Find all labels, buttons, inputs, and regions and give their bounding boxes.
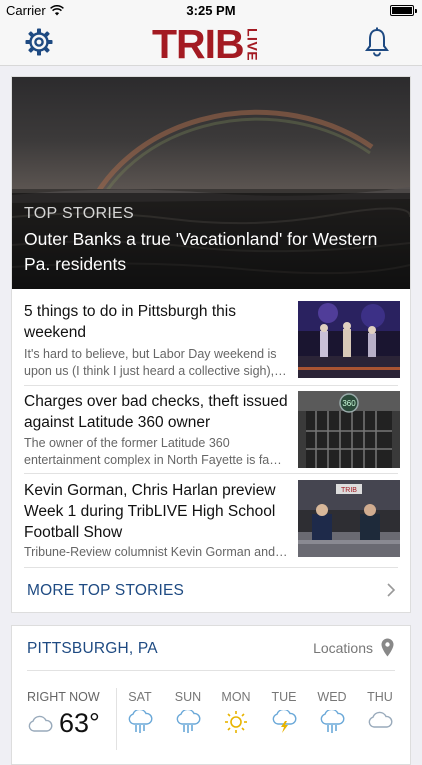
locations-button[interactable]: Locations — [313, 638, 394, 657]
logo-live-text: LIVE — [244, 27, 261, 61]
forecast-day: SAT — [118, 690, 162, 734]
triblive-logo: TRIB LIVE — [152, 21, 261, 67]
story-item[interactable]: Charges over bad checks, theft issued ag… — [24, 391, 410, 469]
rain-icon — [320, 710, 345, 733]
battery-icon — [390, 5, 417, 16]
hero-section-label: TOP STORIES — [24, 205, 135, 222]
forecast-day-name: SUN — [174, 690, 202, 704]
cloud-icon — [368, 711, 393, 728]
weather-city[interactable]: PITTSBURGH, PA — [27, 640, 158, 658]
rain-icon — [176, 710, 201, 733]
chevron-right-icon — [387, 583, 396, 597]
nav-bar: TRIB LIVE — [0, 22, 422, 66]
story-summary: Tribune-Review columnist Kevin Gorman an… — [24, 545, 288, 559]
story-summary: It's hard to believe, but Labor Day week… — [24, 347, 287, 378]
forecast-day-name: THU — [367, 690, 393, 704]
story-divider — [24, 385, 398, 386]
status-bar: Carrier 3:25 PM — [0, 0, 422, 22]
sun-icon — [225, 711, 247, 733]
svg-text:360: 360 — [342, 399, 356, 408]
status-time: 3:25 PM — [186, 3, 236, 18]
more-top-stories-label[interactable]: MORE TOP STORIES — [27, 582, 184, 600]
top-stories-card: TOP STORIES Outer Banks a true 'Vacation… — [11, 76, 411, 613]
cloud-icon — [28, 715, 53, 732]
location-pin-icon — [381, 638, 394, 657]
weather-card: PITTSBURGH, PA Locations RIGHT NOW 63° S… — [11, 625, 411, 765]
right-now-label: RIGHT NOW — [27, 690, 100, 704]
forecast-day: MON — [214, 690, 258, 734]
story-title[interactable]: 5 things to do in Pittsburgh this weeken… — [24, 301, 292, 343]
thunderstorm-icon — [272, 710, 297, 733]
story-thumbnail-building: 360 — [298, 391, 400, 468]
story-summary: The owner of the former Latitude 360 ent… — [24, 436, 282, 467]
forecast-day: TUE — [262, 690, 306, 734]
forecast-day-name: WED — [317, 690, 347, 704]
more-top-stories-link[interactable]: MORE TOP STORIES — [12, 567, 410, 613]
hero-headline[interactable]: Outer Banks a true 'Vacationland' for We… — [24, 227, 384, 277]
story-item[interactable]: 5 things to do in Pittsburgh this weeken… — [24, 301, 410, 381]
rain-icon — [128, 710, 153, 733]
locations-label[interactable]: Locations — [313, 640, 373, 656]
story-title[interactable]: Kevin Gorman, Chris Harlan preview Week … — [24, 480, 292, 543]
forecast-day: SUN — [166, 690, 210, 734]
forecast-day-name: SAT — [128, 690, 152, 704]
story-item[interactable]: Kevin Gorman, Chris Harlan preview Week … — [24, 480, 410, 562]
right-now-temperature: 63° — [59, 708, 100, 738]
notifications-bell-icon[interactable] — [364, 27, 390, 57]
forecast-day-name: MON — [221, 690, 251, 704]
story-thumbnail-concert — [298, 301, 400, 378]
weather-divider — [27, 670, 395, 671]
hero-story[interactable]: TOP STORIES Outer Banks a true 'Vacation… — [12, 77, 410, 289]
story-title[interactable]: Charges over bad checks, theft issued ag… — [24, 391, 292, 433]
story-thumbnail-studio: TRIB — [298, 480, 400, 557]
weather-separator — [116, 688, 117, 750]
story-divider — [24, 473, 398, 474]
svg-text:TRIB: TRIB — [341, 487, 357, 494]
forecast-day: THU — [358, 690, 402, 734]
forecast-day: WED — [310, 690, 354, 734]
forecast-day-name: TUE — [271, 690, 297, 704]
settings-gear-icon[interactable] — [24, 27, 54, 57]
logo-trib-text: TRIB — [152, 21, 245, 67]
